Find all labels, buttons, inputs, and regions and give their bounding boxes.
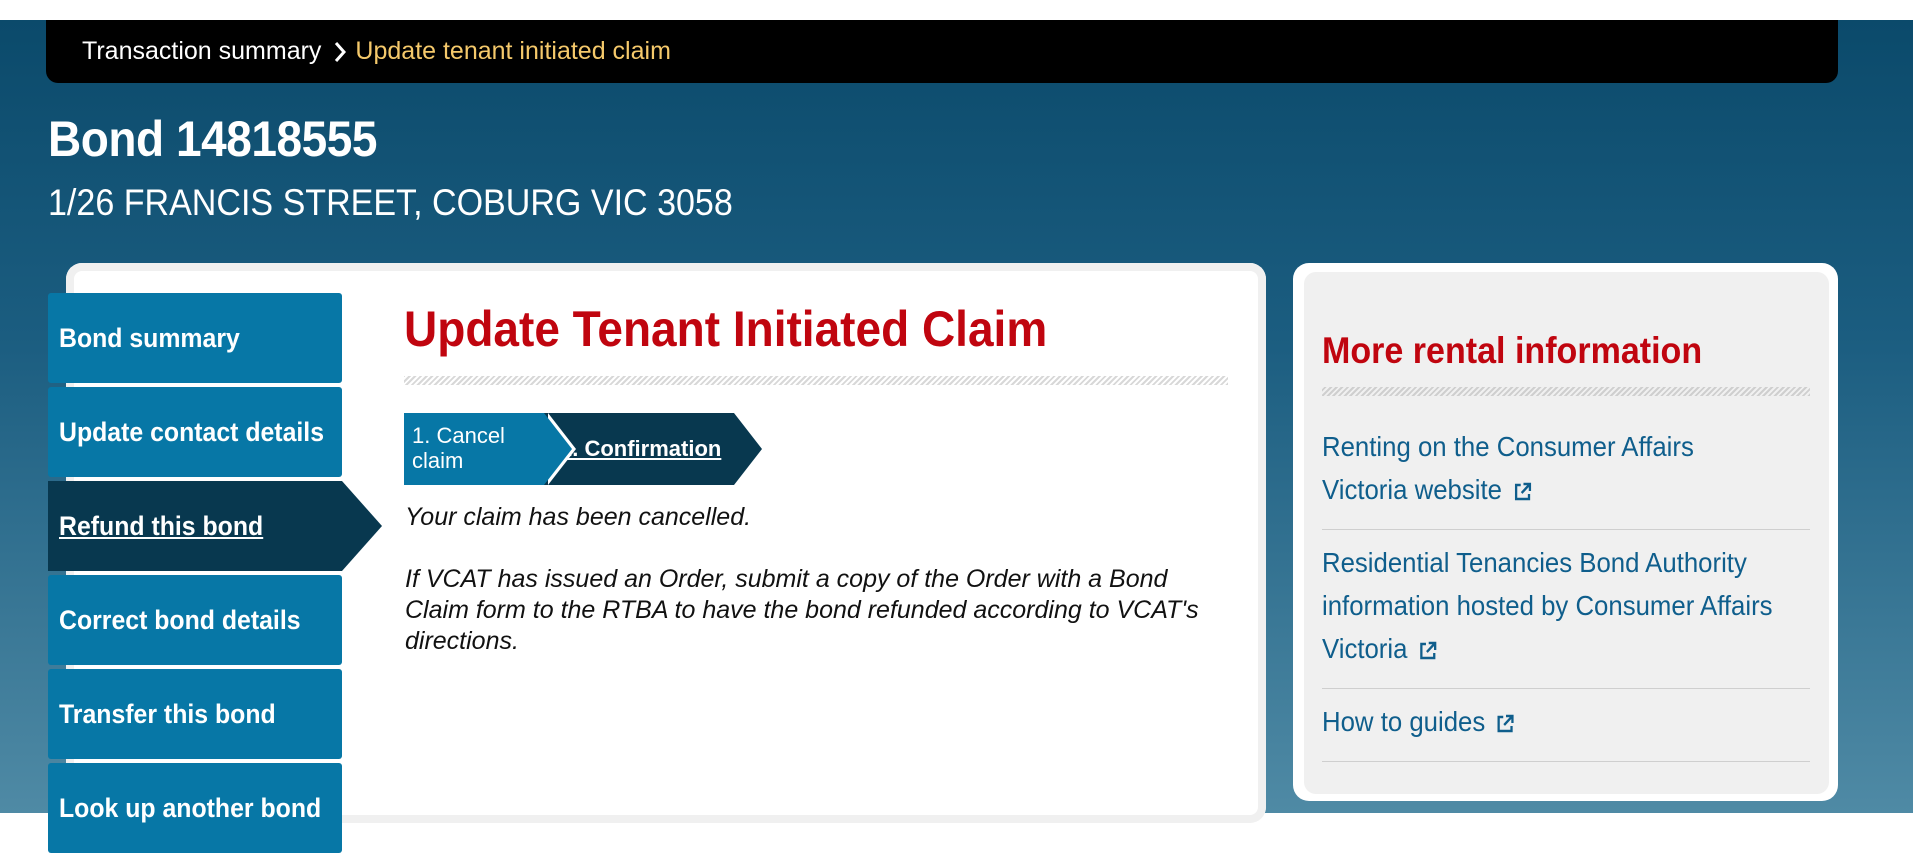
confirmation-message: Your claim has been cancelled. (405, 503, 752, 531)
external-link-icon (1514, 482, 1531, 500)
sidebar-item-label: Look up another bond (59, 792, 322, 823)
sidebar-item-label: Update contact details (59, 416, 325, 447)
step-cancel-claim: 1. Cancel claim (404, 413, 576, 485)
link-label: Renting on the Consumer Affairs Victoria… (1322, 431, 1694, 505)
step-label: 2. Confirmation (560, 436, 722, 461)
sidebar-item-transfer-this-bond[interactable]: Transfer this bond (48, 669, 342, 759)
sidebar-item-look-up-another-bond[interactable]: Look up another bond (48, 763, 342, 853)
sidebar-item-refund-this-bond[interactable]: Refund this bond (48, 481, 382, 571)
breadcrumb-link-transaction-summary[interactable]: Transaction summary (82, 37, 321, 66)
aside-title-divider (1322, 387, 1810, 396)
sidebar-item-correct-bond-details[interactable]: Correct bond details (48, 575, 342, 665)
aside-title: More rental information (1322, 330, 1703, 371)
sidebar-item-label: Bond summary (59, 322, 240, 353)
link-renting-cav[interactable]: Renting on the Consumer Affairs Victoria… (1322, 425, 1773, 511)
aside-divider (1322, 688, 1810, 689)
sidebar-item-label: Transfer this bond (59, 698, 276, 729)
link-how-to-guides[interactable]: How to guides (1322, 700, 1773, 743)
content-title: Update Tenant Initiated Claim (404, 301, 1048, 357)
external-link-icon (1420, 641, 1437, 659)
step-label: 1. Cancel claim (412, 423, 505, 473)
vcat-instructions: If VCAT has issued an Order, submit a co… (405, 565, 1199, 655)
sidebar-item-bond-summary[interactable]: Bond summary (48, 293, 342, 383)
link-label: Residential Tenancies Bond Authority inf… (1322, 547, 1773, 664)
bond-address: 1/26 FRANCIS STREET, COBURG VIC 3058 (48, 182, 733, 223)
breadcrumb: Transaction summary Update tenant initia… (46, 20, 1838, 83)
aside-divider (1322, 529, 1810, 530)
breadcrumb-current: Update tenant initiated claim (355, 37, 671, 65)
page-title: Bond 14818555 (48, 111, 377, 167)
sidebar-item-label: Correct bond details (59, 604, 301, 635)
external-link-icon (1497, 714, 1514, 732)
sidebar-item-label: Refund this bond (59, 510, 264, 541)
sidebar-item-update-contact-details[interactable]: Update contact details (48, 387, 342, 477)
chevron-right-icon (333, 41, 347, 63)
title-divider (404, 376, 1228, 385)
aside-divider (1322, 761, 1810, 762)
link-rtba-info[interactable]: Residential Tenancies Bond Authority inf… (1322, 541, 1773, 670)
link-label: How to guides (1322, 706, 1486, 737)
